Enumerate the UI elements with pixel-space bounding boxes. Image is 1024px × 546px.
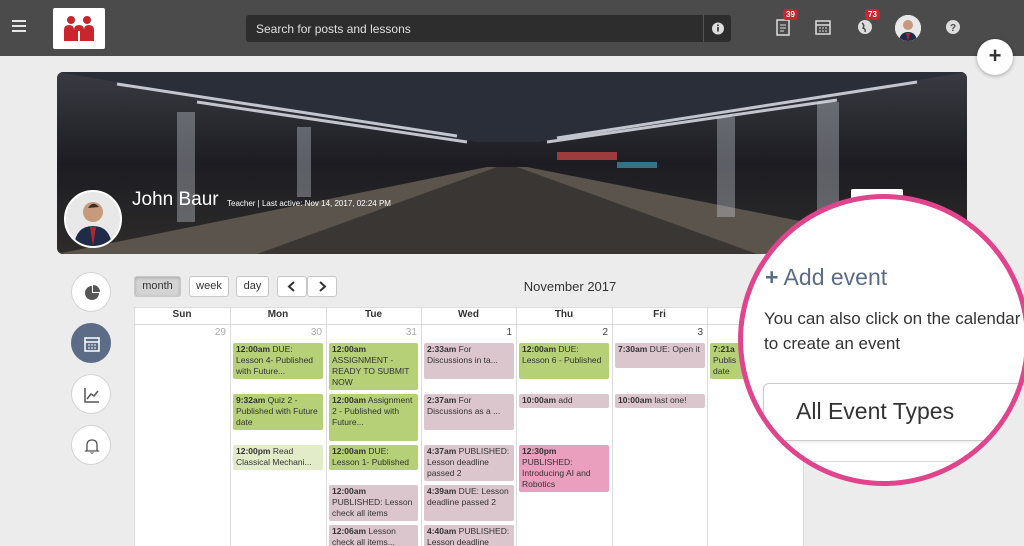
search-bar [246,15,731,42]
weekday-header: Sun [172,309,192,320]
profile-avatar[interactable] [64,190,122,248]
svg-text:?: ? [950,23,956,34]
zoom-callout: + Add event You can also click on the ca… [738,194,1024,486]
sidebar-item-analytics[interactable] [71,374,111,414]
globe-badge: 73 [865,9,880,20]
sidebar-item-reports[interactable] [71,272,111,312]
column-divider [707,307,708,546]
calendar-icon [84,337,100,352]
calendar-event[interactable]: 2:37am For Discussions as a ... [424,394,514,430]
calendar-event[interactable]: 7:30am DUE: Open it [615,343,705,368]
prev-button[interactable] [277,276,307,297]
calendar-event[interactable]: 4:37am PUBLISHED: Lesson deadline passed… [424,445,514,481]
calendar-event[interactable]: 9:32am Quiz 2 - Published with Future da… [233,394,323,430]
column-divider [421,307,422,546]
day-number: 29 [214,327,226,338]
day-number: 30 [310,327,322,338]
calendar-event[interactable]: 4:40am PUBLISHED: Lesson deadline [424,525,514,546]
add-button[interactable]: + [977,39,1013,75]
chevron-left-icon [287,281,295,292]
sidebar-item-calendar[interactable] [71,323,111,363]
weekday-header: Wed [458,309,479,320]
profile-meta: Teacher | Last active: Nov 14, 2017, 02:… [227,199,391,208]
avatar[interactable] [895,15,921,41]
header-divider [134,324,804,325]
column-divider [230,307,231,546]
search-input[interactable] [246,15,696,42]
calendar-event[interactable]: 2:33am For Discussions in ta... [424,343,514,379]
calendar-event[interactable]: 10:00am last one! [615,394,705,408]
column-divider [612,307,613,546]
help-icon[interactable]: ? [944,18,962,36]
calendar-event[interactable]: 12:00am Assignment 2 - Published with Fu… [329,394,418,441]
sidebar-item-notifications[interactable] [71,425,111,465]
day-number: 3 [697,327,703,338]
next-button[interactable] [307,276,337,297]
column-divider [516,307,517,546]
calendar-event[interactable]: 12:06am Lesson check all items... [329,525,418,546]
calendar-title: November 2017 [523,279,617,294]
weekday-header: Tue [364,309,383,320]
bell-icon [84,439,100,454]
month-view-button[interactable]: month [134,276,181,297]
line-chart-icon [84,388,99,403]
top-bar: 39 73 ? [0,0,1024,56]
calendar-event[interactable]: 12:30pm PUBLISHED: Introducing AI and Ro… [519,445,609,492]
day-number: 2 [602,327,608,338]
week-view-button[interactable]: week [189,276,229,297]
day-view-button[interactable]: day [236,276,269,297]
info-icon[interactable] [703,15,731,42]
calendar-event[interactable]: 10:00am add [519,394,609,408]
day-number: 1 [506,327,512,338]
logo[interactable] [53,8,105,49]
hamburger-icon[interactable] [12,20,26,32]
calendar-event[interactable]: 12:00am PUBLISHED: Lesson check all item… [329,485,418,521]
add-event-hint: You can also click on the calendar to cr… [764,309,1021,353]
calendar-event[interactable]: 12:00am DUE: Lesson 1- Published [329,445,418,470]
calendar-event[interactable]: 12:00am ASSIGNMENT - READY TO SUBMIT NOW [329,343,418,390]
weekday-header: Thu [554,309,574,320]
globe-icon[interactable]: 73 [856,9,880,36]
weekday-header: Fri [653,309,666,320]
day-number: 31 [405,327,417,338]
calendar-event[interactable]: 12:00am DUE: Lesson 4- Published with Fu… [233,343,323,379]
notifications-icon[interactable]: 39 [774,9,798,36]
calendar-event[interactable]: 12:00am DUE: Lesson 6 - Published [519,343,609,379]
add-event-link[interactable]: + Add event [765,264,887,291]
event-type-filter[interactable]: All Event Types [763,383,1023,441]
calendar-event[interactable]: 4:39am DUE: Lesson deadline passed 2 [424,485,514,521]
profile-name: John Baur [132,189,219,210]
event-type-filter-label: All Event Types [796,398,955,424]
pie-chart-icon [85,285,100,300]
calendar-icon[interactable] [814,18,832,36]
column-divider [326,307,327,546]
chevron-right-icon [319,281,327,292]
caret-down-icon [1006,411,1018,418]
notifications-badge: 39 [783,9,798,20]
calendar-event[interactable]: 12:00pm Read Classical Mechani... [233,445,323,470]
weekday-header: Mon [267,309,289,320]
plus-icon: + [765,264,779,290]
